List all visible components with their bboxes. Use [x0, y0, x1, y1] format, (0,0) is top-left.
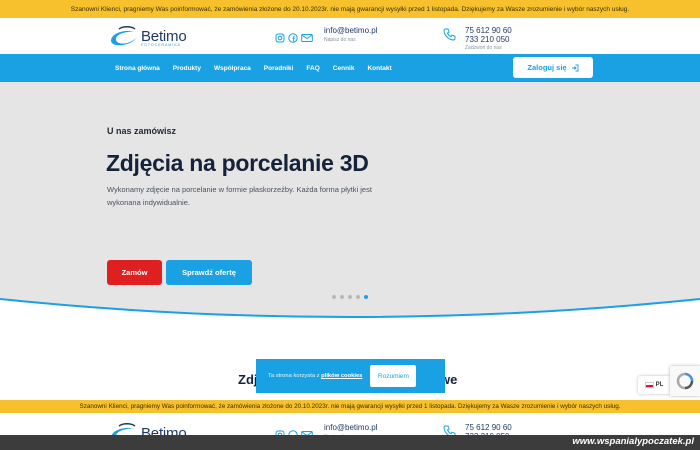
logo-subtitle: FOTOCERAMIKA	[141, 43, 181, 47]
phone-number-1-repeat[interactable]: 75 612 90 60	[465, 423, 512, 432]
facebook-icon[interactable]	[288, 427, 298, 435]
logo-swirl-icon	[111, 26, 136, 46]
facebook-icon[interactable]	[288, 30, 298, 43]
phone-contact-repeat: 75 612 90 60 733 210 050	[465, 423, 512, 435]
phone-icon	[443, 425, 456, 435]
cookie-accept-button[interactable]: Rozumiem	[370, 365, 417, 387]
site-header-repeat: Betimo info@betimo.pl Napisz do nas 75 6…	[0, 413, 700, 435]
logo-swirl-icon	[111, 423, 136, 435]
logo-text: Betimo	[141, 27, 187, 45]
social-links	[275, 30, 313, 43]
login-arrow-icon	[571, 64, 579, 71]
poland-flag-icon	[644, 382, 654, 388]
hero-eyebrow: U nas zamówisz	[107, 126, 177, 136]
nav-item-home[interactable]: Strona główna	[115, 65, 160, 72]
watermark-text: www.wspanialypoczatek.pl	[572, 436, 694, 447]
nav-item-contact[interactable]: Kontakt	[367, 65, 391, 72]
hero-description: Wykonamy zdjęcie na porcelanie w formie …	[107, 185, 372, 207]
mail-icon[interactable]	[301, 427, 313, 435]
cookie-text: Ta strona korzysta z	[268, 373, 320, 379]
hero-slider: U nas zamówisz Zdjęcia na porcelanie 3D …	[0, 82, 700, 325]
instagram-icon[interactable]	[275, 30, 285, 43]
hero-wave-divider	[0, 298, 700, 325]
language-label: PL	[655, 382, 664, 388]
social-links-repeat	[275, 427, 313, 435]
recaptcha-badge[interactable]	[670, 366, 700, 396]
check-offer-button[interactable]: Sprawdź ofertę	[166, 260, 252, 285]
order-button[interactable]: Zamów	[107, 260, 162, 285]
login-button[interactable]: Zaloguj się	[513, 57, 593, 78]
logo-text-repeat: Betimo	[141, 424, 187, 436]
announcement-text-repeat: Szanowni Klienci, pragniemy Was poinform…	[79, 403, 621, 410]
announcement-bar: Szanowni Klienci, pragniemy Was poinform…	[0, 0, 700, 18]
phone-icon	[443, 28, 456, 41]
login-button-label: Zaloguj się	[527, 63, 567, 72]
logo[interactable]: Betimo FOTOCERAMIKA	[107, 24, 187, 48]
watermark-bar: www.wspanialypoczatek.pl	[0, 435, 700, 450]
email-contact[interactable]: info@betimo.pl Napisz do nas	[324, 26, 377, 43]
mail-icon[interactable]	[301, 30, 313, 42]
recaptcha-icon	[676, 372, 694, 390]
nav-item-pricing[interactable]: Cennik	[333, 65, 355, 72]
instagram-icon[interactable]	[275, 427, 285, 435]
nav-item-cooperation[interactable]: Współpraca	[214, 65, 251, 72]
cookie-policy-link[interactable]: plików cookies	[321, 373, 362, 379]
announcement-text: Szanowni Klienci, pragniemy Was poinform…	[70, 5, 630, 13]
nav-item-guides[interactable]: Poradniki	[264, 65, 294, 72]
email-caption: Napisz do nas	[324, 37, 356, 43]
nav-item-faq[interactable]: FAQ	[306, 65, 319, 72]
phone-contact: 75 612 90 60 733 210 050 Zadzwoń do nas	[465, 26, 512, 51]
announcement-bar-repeat: Szanowni Klienci, pragniemy Was poinform…	[0, 400, 700, 413]
phone-number-1[interactable]: 75 612 90 60	[465, 26, 512, 35]
cookie-banner: Ta strona korzysta z plików cookies Rozu…	[256, 359, 445, 393]
cookie-text-wrap: Ta strona korzysta z plików cookies	[268, 373, 362, 379]
main-navigation: Strona główna Produkty Współpraca Poradn…	[0, 54, 700, 82]
phone-caption: Zadzwoń do nas	[465, 45, 502, 51]
email-contact-repeat[interactable]: info@betimo.pl Napisz do nas	[324, 423, 377, 435]
logo-repeat[interactable]: Betimo	[107, 421, 187, 435]
nav-item-products[interactable]: Produkty	[173, 65, 201, 72]
hero-title: Zdjęcia na porcelanie 3D	[106, 150, 369, 176]
site-header: Betimo FOTOCERAMIKA info@betimo.pl Napis…	[0, 18, 700, 54]
language-switcher[interactable]: PL	[638, 376, 670, 394]
phone-number-2[interactable]: 733 210 050	[465, 35, 512, 44]
section-title-start: Zdj	[238, 372, 258, 387]
email-address-repeat[interactable]: info@betimo.pl	[324, 423, 377, 432]
email-address[interactable]: info@betimo.pl	[324, 26, 377, 35]
